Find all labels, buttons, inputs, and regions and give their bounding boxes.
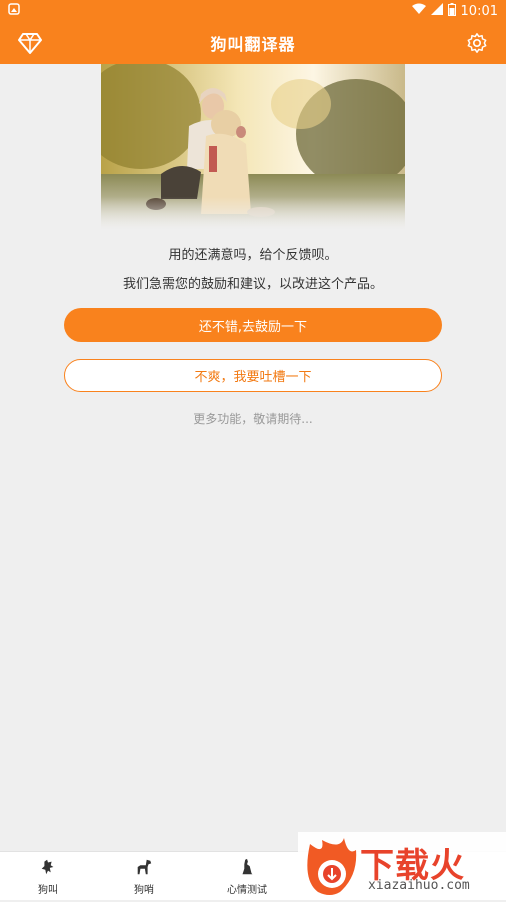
nav-item-label: 狗哨 [134, 884, 154, 896]
hero-image [101, 64, 405, 230]
nav-item-label: 心情测试 [227, 884, 267, 896]
encourage-button[interactable]: 还不错,去鼓励一下 [64, 308, 442, 342]
watermark-url: xiazaihuo.com [368, 878, 470, 893]
watermark: 下载火 xiazaihuo.com [298, 832, 506, 900]
dog-sit-icon [238, 858, 256, 881]
status-bar: 10:01 [0, 0, 506, 22]
nav-item-bark[interactable]: 狗叫 [0, 852, 96, 901]
diamond-icon[interactable] [18, 32, 42, 54]
nav-item-label: 狗叫 [38, 884, 58, 896]
page-title: 狗叫翻译器 [210, 35, 296, 54]
nav-item-whistle[interactable]: 狗哨 [96, 852, 192, 901]
status-time: 10:01 [460, 3, 498, 19]
battery-icon [447, 2, 456, 20]
more-features-text: 更多功能，敬请期待... [193, 412, 313, 426]
notification-icon [8, 3, 20, 19]
complain-button[interactable]: 不爽，我要吐槽一下 [64, 359, 442, 392]
dog-whistle-icon [135, 858, 153, 881]
flame-logo-icon [300, 836, 360, 898]
gear-icon[interactable] [466, 32, 488, 54]
feedback-message-line1: 用的还满意吗，给个反馈呗。 [168, 248, 338, 263]
wifi-icon [411, 3, 426, 19]
nav-item-mood-test[interactable]: 心情测试 [192, 852, 302, 901]
signal-icon [430, 3, 443, 19]
dog-bark-icon [39, 858, 57, 881]
feedback-message-line2: 我们急需您的鼓励和建议，以改进这个产品。 [122, 277, 383, 292]
app-bar: 狗叫翻译器 [0, 22, 506, 64]
